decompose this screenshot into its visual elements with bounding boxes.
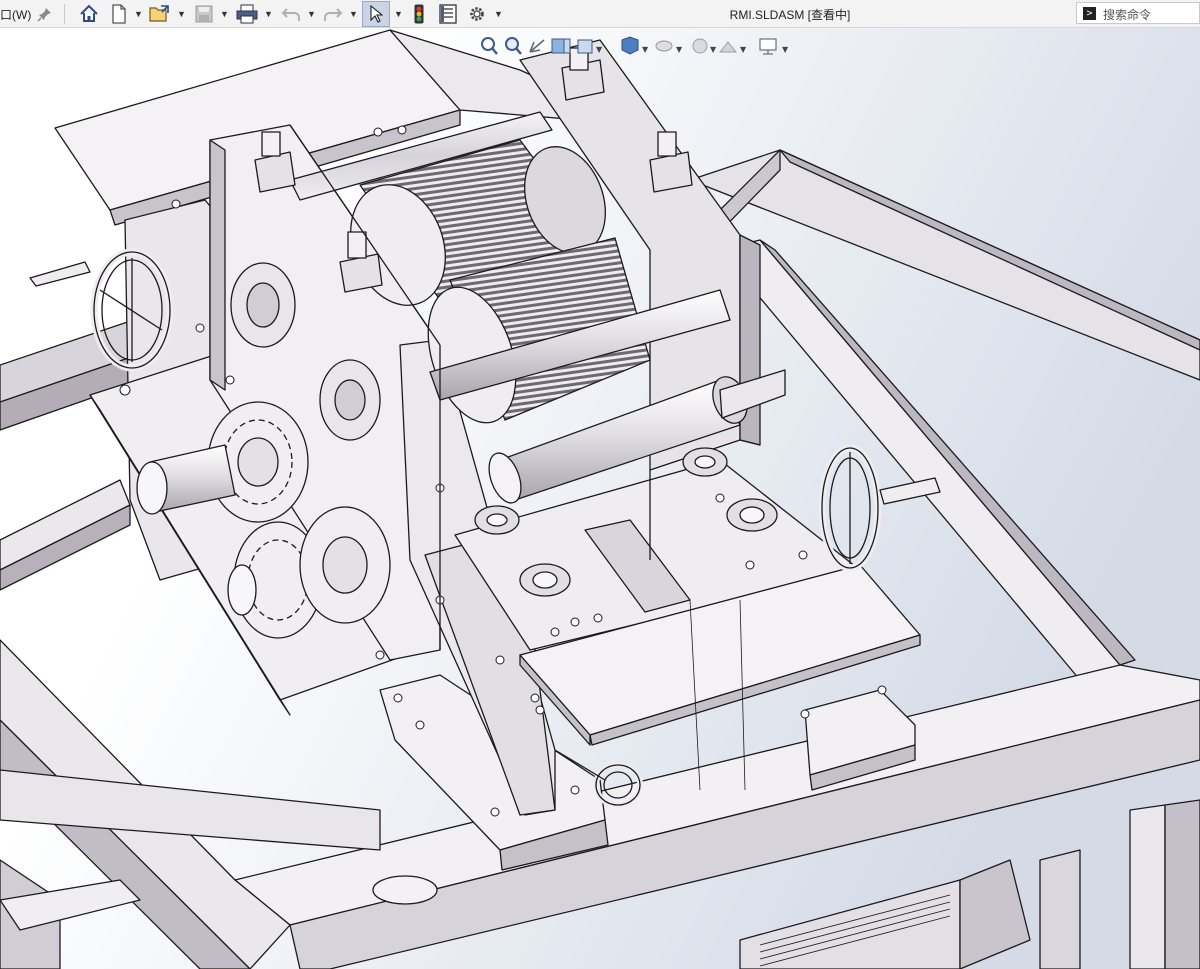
options-gear-icon[interactable]	[466, 3, 488, 25]
pin-icon[interactable]	[34, 3, 56, 25]
chevron-down-icon[interactable]: ▼	[307, 4, 316, 24]
undo-icon[interactable]	[280, 3, 302, 25]
rebuild-traffic-light-icon[interactable]	[410, 3, 428, 25]
document-title: RMI.SLDASM [查看中]	[729, 8, 851, 22]
svg-text:▼: ▼	[676, 45, 683, 54]
file-properties-icon[interactable]	[437, 3, 459, 25]
svg-text:▼: ▼	[782, 45, 789, 54]
frame-leg-right	[1129, 804, 1166, 969]
flange-bearing	[682, 447, 728, 477]
graphics-area[interactable]: ▼ ▼ ▼ ▼ ▼ ▼	[0, 28, 1200, 969]
chevron-down-icon[interactable]: ▼	[220, 4, 229, 24]
chevron-down-icon[interactable]: ▼	[134, 4, 143, 24]
home-icon[interactable]	[78, 3, 100, 25]
section-view-icon[interactable]	[551, 38, 571, 54]
search-placeholder: 搜索命令	[1103, 8, 1152, 22]
cad-assembly-model	[0, 28, 1200, 969]
chevron-down-icon[interactable]: ▼	[177, 4, 186, 24]
edit-appearance-icon[interactable]: ▼	[692, 38, 717, 54]
new-document-icon[interactable]	[108, 3, 130, 25]
zoom-to-fit-icon[interactable]	[481, 37, 498, 55]
chevron-down-icon[interactable]: ▼	[394, 4, 403, 24]
print-icon[interactable]	[235, 3, 259, 25]
display-style-icon[interactable]: ▼	[621, 36, 649, 55]
window-menu[interactable]: 口(W)	[0, 6, 31, 23]
svg-text:▼: ▼	[710, 45, 717, 54]
title-bar: 口(W) ▼ ▼ ▼ ▼ ▼ ▼ ▼ ▼ RMI.SLDASM [查看中] > …	[0, 0, 1200, 28]
heads-up-view-toolbar: ▼ ▼ ▼ ▼ ▼ ▼	[476, 34, 806, 58]
flange-bearing	[519, 563, 571, 597]
select-arrow-icon[interactable]	[362, 1, 390, 27]
svg-text:▼: ▼	[642, 45, 649, 54]
svg-text:▼: ▼	[596, 45, 603, 54]
save-icon[interactable]	[193, 3, 215, 25]
previous-view-icon[interactable]	[529, 39, 545, 53]
flange-bearing	[726, 498, 778, 532]
hide-show-items-icon[interactable]: ▼	[655, 40, 683, 54]
svg-text:▼: ▼	[740, 45, 747, 54]
apply-scene-icon[interactable]: ▼	[718, 41, 747, 54]
lower-sprocket-right	[299, 506, 391, 624]
zoom-to-area-icon[interactable]	[505, 37, 522, 55]
chevron-down-icon[interactable]: ▼	[349, 4, 358, 24]
flange-bearing	[474, 505, 520, 535]
chevron-down-icon[interactable]: ▼	[264, 4, 273, 24]
redo-icon[interactable]	[322, 3, 344, 25]
toolbar-separator	[64, 4, 65, 24]
view-orientation-icon[interactable]: ▼	[577, 39, 603, 54]
chevron-down-icon[interactable]: ▼	[494, 4, 503, 24]
open-icon[interactable]	[148, 3, 172, 25]
command-prompt-icon: >	[1083, 7, 1096, 20]
search-command-box[interactable]: > 搜索命令	[1076, 2, 1200, 24]
view-settings-monitor-icon[interactable]: ▼	[759, 38, 789, 55]
